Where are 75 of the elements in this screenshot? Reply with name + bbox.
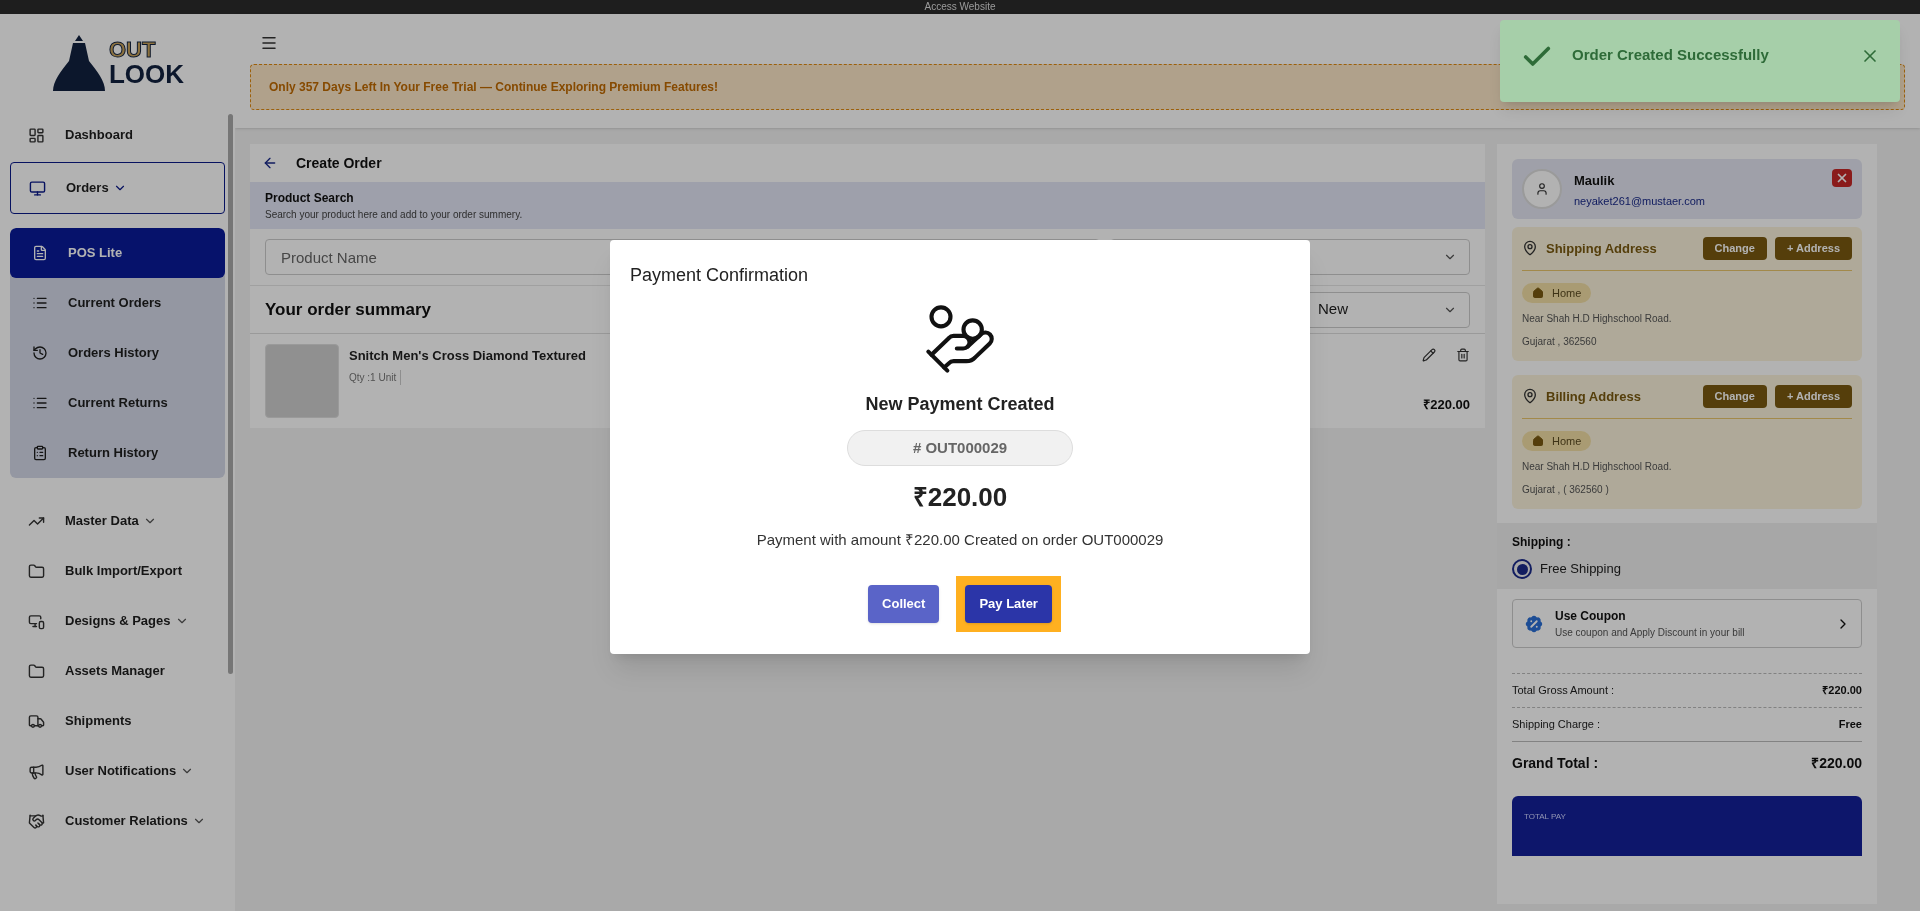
- logo-text: OUT: [108, 39, 157, 61]
- sidebar-item-label: Shipments: [65, 712, 132, 731]
- sidebar-item-label: Customer Relations: [65, 812, 188, 831]
- payment-message: Payment with amount ₹220.00 Created on order OUT000029: [756, 530, 1164, 550]
- shipping-label: Shipping :: [1512, 534, 1572, 551]
- sidebar-item[interactable]: Assets Manager: [10, 646, 225, 696]
- address-button[interactable]: + Address: [1774, 385, 1852, 408]
- product-price: ₹220.00: [1423, 395, 1470, 414]
- address-line: Gujarat , ( 362560 ): [1522, 483, 1610, 497]
- toast-message: Order Created Successfully: [1572, 45, 1770, 65]
- sidebar-item[interactable]: User Notifications: [10, 746, 225, 796]
- sidebar-item[interactable]: Shipments: [10, 696, 225, 746]
- total-value: Free: [1838, 717, 1862, 733]
- submenu-item[interactable]: Return History: [10, 428, 225, 478]
- submenu-item[interactable]: Orders History: [10, 328, 225, 378]
- sidebar-item-label: Master Data: [65, 512, 139, 531]
- submenu-item-label: POS Lite: [68, 244, 123, 263]
- sidebar-item-label: Orders: [66, 179, 109, 198]
- sidebar-item-label: User Notifications: [65, 762, 177, 781]
- address-button[interactable]: + Address: [1774, 237, 1852, 260]
- select-value: New: [1318, 299, 1348, 320]
- top-bar-title: Access Website: [924, 2, 996, 12]
- option-label: Free Shipping: [1540, 560, 1621, 579]
- dialog-button[interactable]: Collect: [868, 584, 940, 623]
- address-title: Billing Address: [1546, 387, 1641, 406]
- page-title: Create Order: [296, 153, 382, 173]
- sidebar-item-label: Bulk Import/Export: [65, 562, 182, 581]
- tag-label: Home: [1552, 433, 1582, 449]
- total-pay-label: TOTAL PAY: [1524, 812, 1566, 821]
- grand-total-value: ₹220.00: [1811, 753, 1862, 773]
- summary-title: Your order summary: [265, 298, 431, 321]
- banner-text: Only 357 Days Left In Your Free Trial — Continue Exploring Premium Features!: [269, 79, 718, 96]
- product-qty: Qty :1 Unit: [349, 369, 402, 385]
- sidebar-item-label: Dashboard: [65, 126, 133, 145]
- submenu-item[interactable]: Current Orders: [10, 278, 225, 328]
- dialog-heading: New Payment Created: [865, 393, 1055, 416]
- submenu-item-label: Current Orders: [68, 294, 162, 313]
- section-subtitle: Search your product here and add to your order summery.: [265, 208, 524, 222]
- submenu-item-label: Orders History: [68, 344, 160, 363]
- logo-text: LOOK: [108, 61, 185, 87]
- sidebar-item[interactable]: Bulk Import/Export: [10, 546, 225, 596]
- product-name: Snitch Men's Cross Diamond Textured: [349, 347, 587, 365]
- total-label: Shipping Charge :: [1512, 717, 1601, 733]
- sidebar-item[interactable]: Customer Relations: [10, 796, 225, 846]
- address-line: Near Shah H.D Highschool Road.: [1522, 460, 1673, 474]
- submenu-item[interactable]: POS Lite: [10, 228, 225, 278]
- coupon-title: Use Coupon: [1555, 608, 1627, 625]
- section-title: Product Search: [265, 190, 355, 207]
- dialog-title: Payment Confirmation: [630, 264, 809, 287]
- total-label: Total Gross Amount :: [1512, 683, 1615, 699]
- sidebar-item[interactable]: Master Data: [10, 496, 225, 546]
- submenu-item-label: Return History: [68, 444, 159, 463]
- dialog-button[interactable]: Pay Later: [965, 584, 1052, 623]
- sidebar-item[interactable]: Dashboard: [10, 110, 225, 160]
- submenu-item[interactable]: Current Returns: [10, 378, 225, 428]
- sidebar-item-label: Designs & Pages: [65, 612, 171, 631]
- address-line: Near Shah H.D Highschool Road.: [1522, 312, 1673, 326]
- sidebar-item-label: Assets Manager: [65, 662, 165, 681]
- sidebar-item[interactable]: Designs & Pages: [10, 596, 225, 646]
- customer-email: neyaket261@mustaer.com: [1574, 193, 1705, 209]
- grand-total-label: Grand Total :: [1512, 753, 1599, 773]
- coupon-card[interactable]: Use Coupon Use coupon and Apply Discount in your bill: [1512, 599, 1862, 648]
- order-number-pill: # OUT000029: [847, 430, 1073, 466]
- coupon-subtitle: Use coupon and Apply Discount in your bill: [1555, 626, 1746, 640]
- address-button[interactable]: Change: [1702, 237, 1767, 260]
- submenu-item-label: Current Returns: [68, 394, 168, 413]
- payment-amount: ₹220.00: [912, 481, 1008, 514]
- tag-label: Home: [1552, 285, 1582, 301]
- address-title: Shipping Address: [1546, 239, 1657, 258]
- address-button[interactable]: Change: [1702, 385, 1767, 408]
- address-line: Gujarat , 362560: [1522, 335, 1598, 349]
- sidebar-item[interactable]: Orders: [10, 162, 225, 214]
- customer-name: Maulik: [1574, 172, 1616, 190]
- total-value: ₹220.00: [1822, 683, 1862, 699]
- shipping-option[interactable]: Free Shipping: [1512, 559, 1862, 579]
